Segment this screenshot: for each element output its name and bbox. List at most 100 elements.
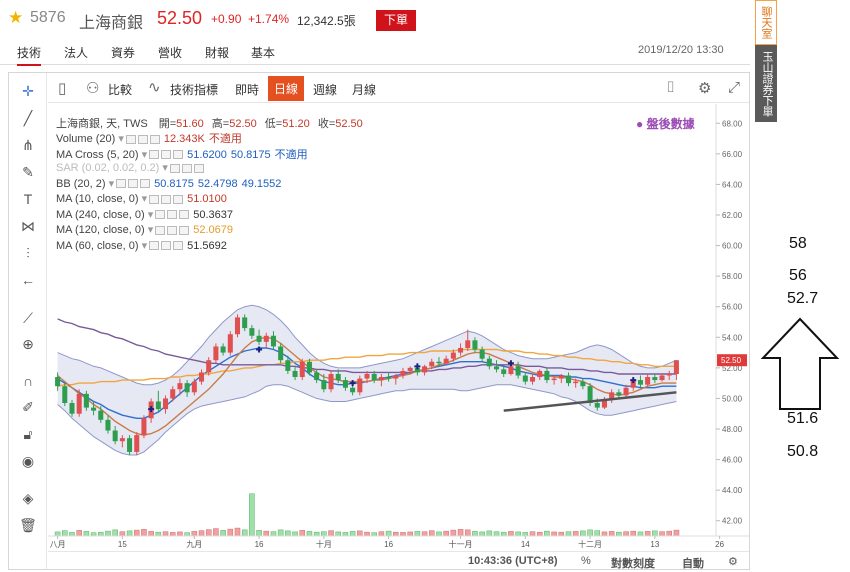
interval-intraday[interactable]: 即時: [235, 81, 259, 98]
close-icon[interactable]: [179, 210, 190, 220]
tab-basic[interactable]: 基本: [251, 44, 275, 61]
fullscreen-icon[interactable]: ⤢: [728, 79, 740, 96]
trash-icon[interactable]: 🗑︎: [19, 516, 37, 534]
clock: 10:43:36 (UTC+8): [468, 555, 558, 567]
pattern-icon[interactable]: ⋈: [19, 217, 37, 235]
tab-margin[interactable]: 資券: [111, 44, 135, 61]
visibility-icon[interactable]: [169, 163, 180, 173]
eye-icon[interactable]: ◉: [19, 452, 37, 470]
interval-monthly[interactable]: 月線: [352, 81, 376, 98]
volume-bar: [464, 529, 471, 537]
visibility-icon[interactable]: [149, 241, 160, 251]
close-icon[interactable]: [173, 150, 184, 160]
visibility-icon[interactable]: [116, 179, 127, 189]
close-icon[interactable]: [149, 134, 160, 144]
percent-toggle[interactable]: %: [581, 555, 591, 567]
candle-body: [494, 366, 500, 370]
lock-icon[interactable]: 🔓︎: [19, 425, 37, 443]
dropdown-caret-icon[interactable]: ▾: [145, 224, 154, 236]
tab-technical[interactable]: 技術: [17, 44, 42, 66]
x-tick-label: 14: [521, 540, 530, 549]
dropdown-caret-icon[interactable]: ▾: [139, 149, 148, 161]
trend-line-icon[interactable]: ╱: [19, 109, 37, 127]
legend-row[interactable]: MA (60, close, 0) ▾ 51.5692: [56, 239, 227, 252]
settings-icon[interactable]: [161, 194, 172, 204]
close-icon[interactable]: [140, 179, 151, 189]
camera-icon[interactable]: ⌷: [666, 79, 675, 96]
candle-body: [206, 360, 212, 373]
volume-bar: [357, 530, 363, 537]
order-button[interactable]: 下單: [376, 10, 416, 31]
dropdown-caret-icon[interactable]: ▾: [159, 162, 168, 174]
dropdown-caret-icon[interactable]: ▾: [139, 193, 148, 205]
settings-icon[interactable]: [167, 225, 178, 235]
legend-high: 52.50: [229, 118, 257, 130]
close-icon[interactable]: [193, 163, 204, 173]
gear-icon[interactable]: ⚙: [728, 555, 738, 568]
volume-bar: [241, 529, 248, 537]
legend-row[interactable]: MA (10, close, 0) ▾ 51.0100: [56, 192, 227, 205]
brush-icon[interactable]: ✎: [19, 163, 37, 181]
settings-icon[interactable]: [137, 134, 148, 144]
legend-row[interactable]: MA (240, close, 0) ▾ 50.3637: [56, 208, 233, 221]
interval-weekly[interactable]: 週線: [313, 81, 337, 98]
candle-style-icon[interactable]: ▯: [58, 79, 66, 97]
zoom-in-icon[interactable]: ⊕: [19, 335, 37, 353]
close-icon[interactable]: [173, 241, 184, 251]
volume-bar: [292, 531, 298, 537]
legend-row[interactable]: SAR (0.02, 0.02, 0.2) ▾: [56, 161, 204, 174]
close-icon[interactable]: [179, 225, 190, 235]
back-arrow-icon[interactable]: ←: [19, 271, 37, 289]
legend-row[interactable]: MA (120, close, 0) ▾ 52.0679: [56, 223, 233, 236]
gear-icon[interactable]: ⚙: [698, 79, 711, 97]
dropdown-caret-icon[interactable]: ▾: [115, 133, 124, 145]
indicator-icon[interactable]: ∿: [148, 78, 161, 96]
text-icon[interactable]: T: [19, 190, 37, 208]
settings-icon[interactable]: [161, 150, 172, 160]
candle-body: [299, 361, 305, 378]
legend-row[interactable]: BB (20, 2) ▾ 50.8175 52.4798 49.1552: [56, 177, 281, 190]
dropdown-caret-icon[interactable]: ▾: [145, 209, 154, 221]
prediction-icon[interactable]: ⫶: [19, 244, 37, 262]
settings-icon[interactable]: [181, 163, 192, 173]
tab-financials[interactable]: 財報: [205, 44, 229, 61]
visibility-icon[interactable]: [149, 194, 160, 204]
chatroom-button[interactable]: 聊天室: [755, 0, 777, 45]
star-icon[interactable]: ★: [8, 8, 23, 28]
candle-body: [83, 393, 89, 408]
visibility-icon[interactable]: [155, 210, 166, 220]
indicators-button[interactable]: 技術指標: [170, 81, 218, 98]
compare-icon[interactable]: ⚇: [86, 79, 99, 97]
legend-row[interactable]: Volume (20) ▾ 12.343K 不適用: [56, 130, 242, 146]
x-tick-label: 26: [715, 540, 724, 549]
broker-order-button[interactable]: 玉山證券下單: [755, 45, 777, 122]
visibility-icon[interactable]: [149, 150, 160, 160]
volume-bar: [249, 493, 255, 537]
visibility-icon[interactable]: [125, 134, 136, 144]
visibility-icon[interactable]: [155, 225, 166, 235]
log-scale-toggle[interactable]: 對數刻度: [611, 555, 655, 571]
layers-icon[interactable]: ◈: [19, 489, 37, 507]
auto-scale-toggle[interactable]: 自動: [682, 555, 704, 571]
interval-daily[interactable]: 日線: [268, 76, 305, 101]
dropdown-caret-icon[interactable]: ▾: [139, 240, 148, 252]
settings-icon[interactable]: [128, 179, 139, 189]
crosshair-icon[interactable]: ✛: [19, 82, 37, 100]
candle-body: [565, 375, 572, 384]
after-hours-label[interactable]: ● 盤後數據: [636, 115, 695, 132]
legend-row[interactable]: MA Cross (5, 20) ▾ 51.6200 50.8175 不適用: [56, 146, 308, 162]
dropdown-caret-icon[interactable]: ▾: [106, 178, 115, 190]
tab-institutional[interactable]: 法人: [64, 44, 88, 61]
settings-icon[interactable]: [161, 241, 172, 251]
magnet-icon[interactable]: ∩: [19, 372, 37, 390]
candle-body: [170, 389, 176, 399]
legend-close-label: 收=: [317, 118, 336, 130]
settings-icon[interactable]: [167, 210, 178, 220]
lock-drawing-icon[interactable]: ✐: [19, 398, 37, 416]
volume-bar: [572, 531, 579, 537]
pitchfork-icon[interactable]: ⋔: [19, 136, 37, 154]
tab-revenue[interactable]: 營收: [158, 44, 182, 61]
ruler-icon[interactable]: ⟋: [19, 309, 37, 327]
compare-button[interactable]: 比較: [108, 81, 132, 98]
close-icon[interactable]: [173, 194, 184, 204]
